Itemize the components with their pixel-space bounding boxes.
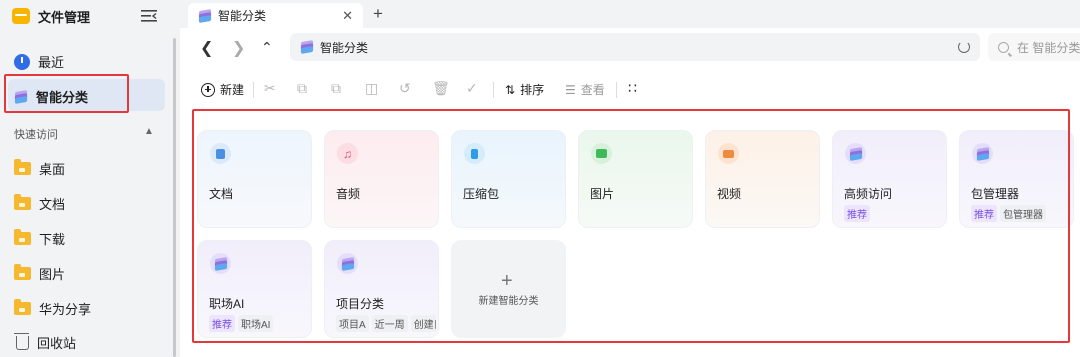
file-manager-logo-icon xyxy=(12,8,30,24)
sort-button[interactable]: ⇅ 排序 xyxy=(505,81,544,98)
sidebar-collapse-icon[interactable] xyxy=(141,9,157,23)
trash-icon xyxy=(14,332,29,350)
sidebar-item-documents[interactable]: 文档 xyxy=(14,194,65,213)
sort-button-label: 排序 xyxy=(520,83,545,97)
sidebar-item-recycle-bin[interactable]: 回收站 xyxy=(14,332,77,352)
forward-arrow-icon[interactable]: ❯ xyxy=(232,38,245,58)
folder-icon xyxy=(14,159,31,175)
address-path: 智能分类 xyxy=(320,40,369,55)
toolbar-divider xyxy=(253,82,254,98)
chevron-up-icon[interactable]: ▲ xyxy=(144,126,154,137)
toolbar-divider xyxy=(616,82,617,98)
plus-circle-icon xyxy=(201,82,215,97)
highlight-box-sidebar xyxy=(4,74,129,113)
search-placeholder: 在 智能分类 xyxy=(1017,40,1080,55)
delete-icon[interactable]: 🗑︎ xyxy=(432,80,450,97)
tab-label: 智能分类 xyxy=(218,9,267,23)
view-button-label: 查看 xyxy=(580,83,605,97)
search-icon xyxy=(998,41,1009,53)
folder-icon xyxy=(14,229,31,245)
sidebar-item-label: 桌面 xyxy=(39,162,66,177)
folder-icon xyxy=(14,299,31,315)
app-title-label: 文件管理 xyxy=(38,9,91,25)
sidebar-item-desktop[interactable]: 桌面 xyxy=(14,159,65,178)
sidebar-item-huawei-share[interactable]: 华为分享 xyxy=(14,299,91,318)
select-icon[interactable]: ✓ xyxy=(466,80,478,97)
new-button-label: 新建 xyxy=(220,83,245,97)
back-arrow-icon[interactable]: ❮ xyxy=(200,38,213,58)
share-icon[interactable]: ↺ xyxy=(399,80,411,97)
more-icon[interactable]: ∷ xyxy=(628,80,637,97)
folder-icon xyxy=(14,194,31,210)
paste-icon[interactable]: ⧉ xyxy=(331,80,341,97)
new-button[interactable]: 新建 xyxy=(201,81,244,98)
sidebar-item-label: 下载 xyxy=(39,232,66,247)
sidebar-item-label: 文档 xyxy=(39,197,66,212)
copy-icon[interactable]: ⧉ xyxy=(297,80,307,97)
sort-icon: ⇅ xyxy=(505,82,516,97)
folder-icon xyxy=(14,264,31,280)
search-input[interactable]: 在 智能分类 xyxy=(988,33,1080,61)
address-bar[interactable]: 智能分类 xyxy=(290,33,980,61)
close-icon[interactable]: ✕ xyxy=(342,8,353,24)
new-tab-plus-icon[interactable]: + xyxy=(373,4,383,24)
sidebar-item-label: 最近 xyxy=(38,55,65,70)
refresh-icon[interactable] xyxy=(958,41,970,53)
sidebar-item-label: 回收站 xyxy=(37,336,77,351)
toolbar-divider xyxy=(493,82,494,98)
tab-bar: 智能分类 ✕ + xyxy=(180,0,1080,28)
rename-icon[interactable]: ◫ xyxy=(365,80,378,97)
tab-smart-category[interactable]: 智能分类 ✕ xyxy=(188,3,363,28)
layers-icon xyxy=(198,8,212,23)
sidebar-item-label: 华为分享 xyxy=(39,302,92,317)
list-view-icon: ☰ xyxy=(565,82,576,97)
view-button[interactable]: ☰ 查看 xyxy=(565,81,605,98)
sidebar-scrollbar[interactable] xyxy=(173,38,176,357)
app-title: 文件管理 xyxy=(12,6,90,26)
up-arrow-icon[interactable]: ⌃ xyxy=(261,39,273,56)
layers-icon xyxy=(300,40,314,54)
sidebar: 文件管理 最近 智能分类 快速访问 ▲ 桌面 文档 下载 图片 华为分享 回收站 xyxy=(0,0,180,357)
highlight-box-grid xyxy=(192,109,1070,343)
sidebar-item-recent[interactable]: 最近 xyxy=(14,52,64,71)
sidebar-item-downloads[interactable]: 下载 xyxy=(14,229,65,248)
clock-icon xyxy=(14,53,30,70)
cut-icon[interactable]: ✂ xyxy=(264,80,276,97)
section-label-quick-access: 快速访问 xyxy=(14,129,58,141)
sidebar-item-label: 图片 xyxy=(39,267,66,282)
sidebar-item-pictures[interactable]: 图片 xyxy=(14,264,65,283)
